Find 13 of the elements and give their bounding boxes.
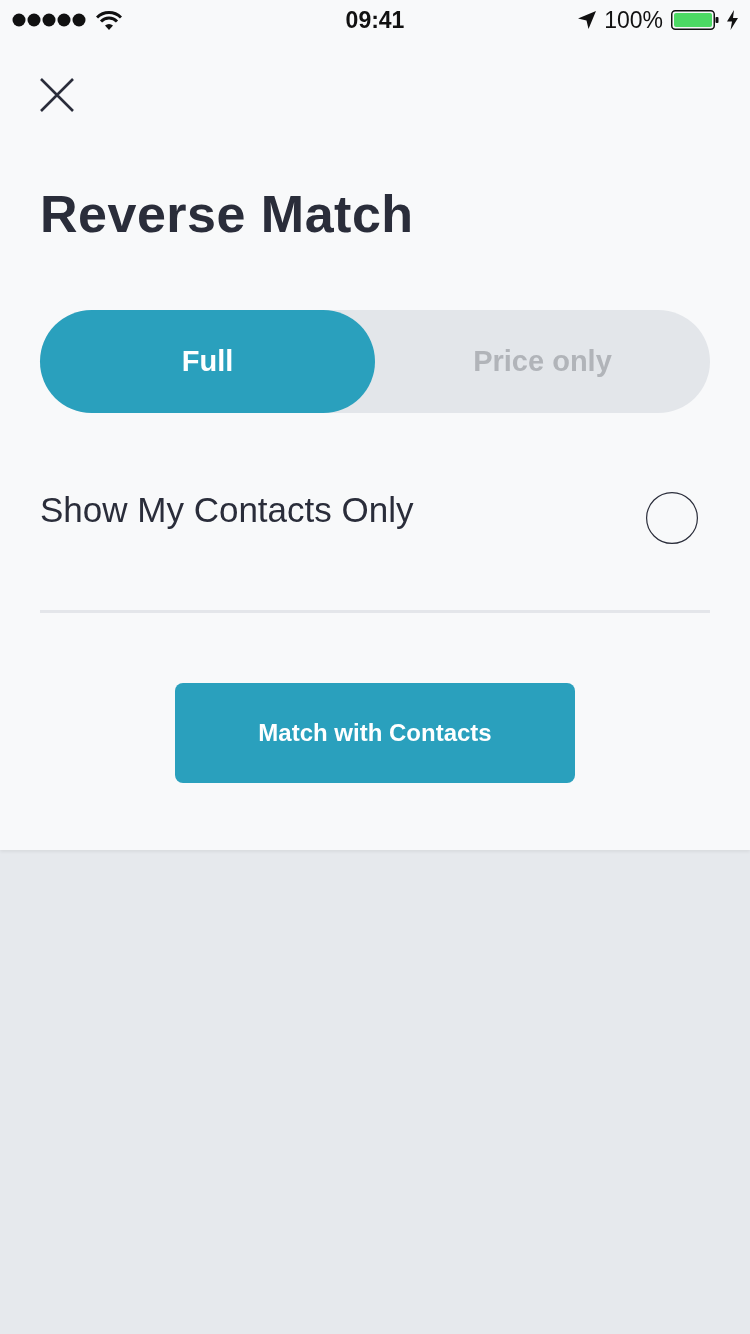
battery-icon <box>671 10 719 30</box>
radio-unchecked-icon[interactable] <box>646 492 698 544</box>
page-title: Reverse Match <box>40 184 415 244</box>
segment-tab[interactable]: Full <box>40 310 375 413</box>
location-arrow-icon <box>578 11 597 29</box>
status-time: 09:41 <box>345 5 405 35</box>
match-button[interactable]: Match with Contacts <box>175 683 575 783</box>
signal-icon <box>12 13 88 27</box>
wifi-icon <box>96 10 122 30</box>
close-button[interactable] <box>40 78 74 112</box>
option-label: Show My Contacts Only <box>40 489 414 531</box>
battery-percentage: 100% <box>604 5 663 35</box>
close-icon <box>40 78 74 112</box>
